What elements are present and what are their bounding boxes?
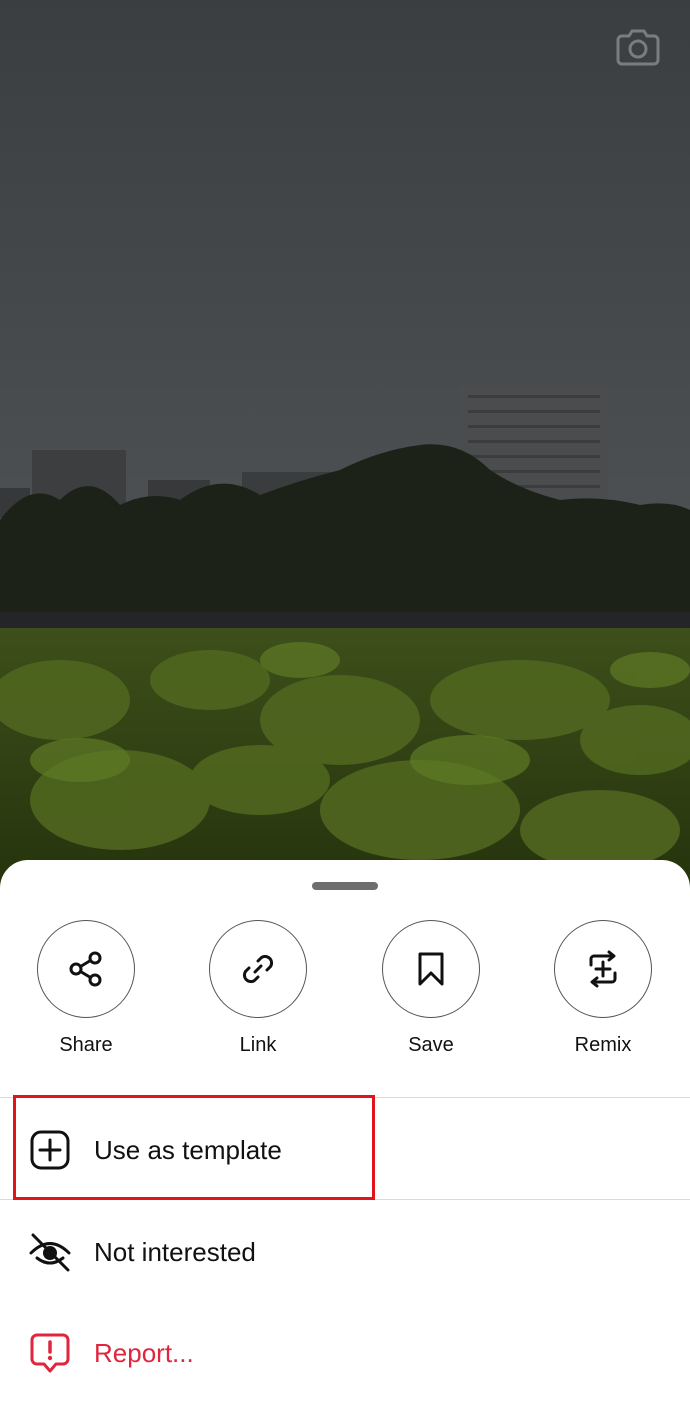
options-bottom-sheet: Share Link Save Remix Use as template No… bbox=[0, 860, 690, 1407]
bookmark-icon bbox=[418, 952, 444, 986]
photo-illustration bbox=[0, 0, 690, 900]
divider bbox=[0, 1199, 690, 1200]
remix-icon bbox=[589, 950, 617, 988]
remix-label: Remix bbox=[574, 1034, 632, 1056]
sheet-drag-handle[interactable] bbox=[312, 882, 378, 890]
use-as-template-label: Use as template bbox=[94, 1134, 282, 1165]
screen: Share Link Save Remix Use as template No… bbox=[0, 0, 690, 1407]
use-as-template-item[interactable]: Use as template bbox=[0, 1100, 690, 1200]
not-interested-item[interactable]: Not interested bbox=[0, 1202, 690, 1302]
eye-off-icon bbox=[29, 1233, 71, 1272]
link-circle[interactable] bbox=[209, 920, 307, 1018]
remix-circle[interactable] bbox=[554, 920, 652, 1018]
camera-icon bbox=[616, 29, 660, 66]
link-icon bbox=[242, 954, 274, 984]
not-interested-icon-wrap bbox=[28, 1230, 72, 1274]
link-label: Link bbox=[239, 1034, 277, 1056]
report-label: Report... bbox=[94, 1337, 194, 1368]
use-as-template-icon-wrap bbox=[28, 1128, 72, 1172]
not-interested-label: Not interested bbox=[94, 1236, 256, 1267]
divider bbox=[0, 1097, 690, 1098]
report-icon bbox=[30, 1333, 70, 1373]
background-photo bbox=[0, 0, 690, 900]
report-icon-wrap bbox=[28, 1331, 72, 1375]
share-circle[interactable] bbox=[37, 920, 135, 1018]
link-button[interactable]: Link bbox=[188, 920, 328, 1057]
share-button[interactable]: Share bbox=[16, 920, 156, 1057]
action-buttons-row: Share Link Save Remix bbox=[0, 920, 690, 1070]
report-item[interactable]: Report... bbox=[0, 1303, 690, 1403]
share-label: Share bbox=[59, 1034, 113, 1056]
remix-button[interactable]: Remix bbox=[533, 920, 673, 1057]
save-button[interactable]: Save bbox=[361, 920, 501, 1057]
share-icon bbox=[69, 951, 102, 987]
add-square-icon bbox=[30, 1130, 70, 1170]
save-label: Save bbox=[408, 1034, 454, 1056]
camera-button[interactable] bbox=[616, 26, 660, 66]
save-circle[interactable] bbox=[382, 920, 480, 1018]
